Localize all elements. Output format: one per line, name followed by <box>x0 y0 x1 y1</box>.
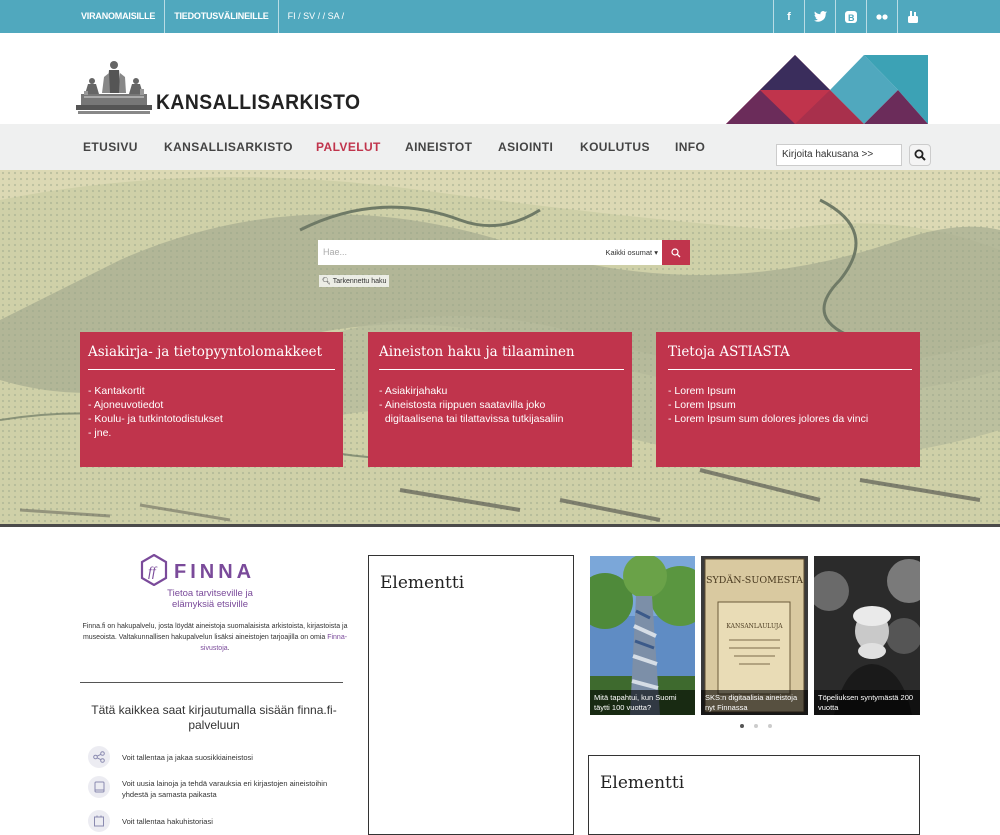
share-icon <box>88 746 110 768</box>
book-cover-label: KANSANLAULUJA <box>726 623 783 630</box>
advanced-search-label: Tarkennettu haku <box>332 278 387 285</box>
slide-caption: Töpeliuksen syntymästä 200 vuotta <box>814 690 920 715</box>
finna-login-heading: Tätä kaikkea saat kirjautumalla sisään f… <box>91 703 337 732</box>
finna-description: Finna.fi on hakupalvelu, josta löydät ai… <box>80 621 350 654</box>
svg-text:ff: ff <box>148 565 158 580</box>
chevron-down-icon: ▾ <box>654 248 658 257</box>
content-element-box: Elementti <box>588 755 920 835</box>
advanced-search-icon: 🔍︎ <box>322 278 331 285</box>
main-navigation: ETUSIVU KANSALLISARKISTO PALVELUT AINEIS… <box>0 124 1000 170</box>
slide-caption: SKS:n digitaalisia aineistoja nyt Finnas… <box>701 690 808 715</box>
divider <box>80 682 343 683</box>
card-title: Asiakirja- ja tietopyyntolomakkeet <box>88 344 335 370</box>
carousel-slide-sks[interactable]: SYDÄN-SUOMESTA KANSANLAULUJA SKS:n digit… <box>701 556 808 715</box>
nav-aineistot[interactable]: AINEISTOT <box>405 140 472 154</box>
youtube-icon[interactable] <box>897 0 928 33</box>
decorative-triangles <box>726 55 928 124</box>
nav-etusivu[interactable]: ETUSIVU <box>83 140 138 154</box>
nav-asiointi[interactable]: ASIOINTI <box>498 140 553 154</box>
card-material-search[interactable]: Aineiston haku ja tilaaminen - Asiakirja… <box>368 332 632 467</box>
card-list-item[interactable]: - Asiakirjahaku <box>379 384 624 398</box>
card-title: Tietoja ASTIASTA <box>668 344 912 370</box>
carousel-dot[interactable] <box>754 724 758 728</box>
card-list-item[interactable]: - jne. <box>88 426 335 440</box>
card-list-item[interactable]: - Koulu- ja tutkintotodistukset <box>88 412 335 426</box>
site-logo-text[interactable]: KANSALLISARKISTO <box>156 91 361 115</box>
search-icon <box>914 149 926 161</box>
site-search-button[interactable] <box>909 144 931 166</box>
card-list-item[interactable]: - Aineistosta riippuen saatavilla joko <box>379 398 624 412</box>
carousel-pagination <box>740 724 772 728</box>
site-header: KANSALLISARKISTO <box>0 33 1000 124</box>
feature-text: Voit uusia lainoja ja tehdä varauksia er… <box>122 779 328 799</box>
finna-description-text: Finna.fi on hakupalvelu, josta löydät ai… <box>82 623 348 641</box>
site-search-input[interactable]: Kirjoita hakusana >> <box>776 144 902 166</box>
nav-palvelut[interactable]: PALVELUT <box>316 140 381 154</box>
language-switcher[interactable]: FI / SV / / SA / <box>279 0 354 33</box>
card-list-item[interactable]: - Ajoneuvotiedot <box>88 398 335 412</box>
svg-text:B: B <box>848 13 855 23</box>
social-links: f B <box>773 0 928 33</box>
content-element-box: Elementti <box>368 555 574 835</box>
history-icon <box>88 810 110 832</box>
slide-caption: Mitä tapahtui, kun Suomi täytti 100 vuot… <box>590 690 695 715</box>
carousel-dot[interactable] <box>740 724 744 728</box>
finna-wordmark[interactable]: FINNA <box>174 561 255 584</box>
feature-item-share: Voit tallentaa ja jakaa suosikkiaineisto… <box>88 746 338 768</box>
top-links: VIRANOMAISILLE TIEDOTUSVÄLINEILLE FI / S… <box>72 0 353 33</box>
flickr-icon[interactable] <box>866 0 897 33</box>
card-list-item[interactable]: digitaalisena tai tilattavissa tutkijasa… <box>379 412 624 426</box>
search-placeholder: Hae... <box>323 247 348 257</box>
card-list-item[interactable]: - Lorem Ipsum <box>668 398 912 412</box>
feature-text: Voit tallentaa ja jakaa suosikkiaineisto… <box>122 753 253 762</box>
search-scope-label: Kaikki osumat <box>605 248 653 257</box>
card-list-item[interactable]: - Lorem Ipsum <box>668 384 912 398</box>
card-list-item[interactable]: - Lorem Ipsum sum dolores jolores da vin… <box>668 412 912 426</box>
collection-search-button[interactable] <box>662 240 690 265</box>
card-astia-info[interactable]: Tietoja ASTIASTA - Lorem Ipsum - Lorem I… <box>656 332 920 467</box>
blogger-icon[interactable]: B <box>835 0 866 33</box>
card-document-requests[interactable]: Asiakirja- ja tietopyyntolomakkeet - Kan… <box>80 332 343 467</box>
card-title: Aineiston haku ja tilaaminen <box>379 344 624 370</box>
nav-kansallisarkisto[interactable]: KANSALLISARKISTO <box>164 140 293 154</box>
feature-item-loans: Voit uusia lainoja ja tehdä varauksia er… <box>88 776 338 800</box>
book-icon <box>88 776 110 798</box>
collection-search-input[interactable]: Hae... Kaikki osumat ▾ <box>318 240 662 265</box>
finna-description-end: . <box>227 645 230 652</box>
search-icon <box>671 247 681 257</box>
carousel-dot[interactable] <box>768 724 772 728</box>
finna-logo-icon[interactable]: ff <box>140 554 168 586</box>
hero-divider <box>0 524 1000 527</box>
feature-text: Voit tallentaa hakuhistoriasi <box>122 817 213 826</box>
book-cover-title: SYDÄN-SUOMESTA <box>706 574 803 586</box>
carousel-slide-topelius[interactable]: Töpeliuksen syntymästä 200 vuotta <box>814 556 920 715</box>
finna-tagline: Tietoa tarvitseville ja elämyksiä etsivi… <box>167 588 253 610</box>
top-bar: VIRANOMAISILLE TIEDOTUSVÄLINEILLE FI / S… <box>0 0 1000 33</box>
nav-koulutus[interactable]: KOULUTUS <box>580 140 650 154</box>
link-tiedotusvalineille[interactable]: TIEDOTUSVÄLINEILLE <box>165 0 279 33</box>
twitter-icon[interactable] <box>804 0 835 33</box>
nav-info[interactable]: INFO <box>675 140 705 154</box>
search-scope-select[interactable]: Kaikki osumat ▾ <box>605 248 658 257</box>
feature-item-history: Voit tallentaa hakuhistoriasi <box>88 810 338 832</box>
link-viranomaisille[interactable]: VIRANOMAISILLE <box>72 0 166 33</box>
card-list-item[interactable]: - Kantakortit <box>88 384 335 398</box>
carousel-slide-suomi100[interactable]: Mitä tapahtui, kun Suomi täytti 100 vuot… <box>590 556 695 715</box>
advanced-search-link[interactable]: 🔍︎ Tarkennettu haku <box>319 275 390 287</box>
facebook-icon[interactable]: f <box>773 0 804 33</box>
archive-emblem-logo[interactable] <box>76 59 152 117</box>
